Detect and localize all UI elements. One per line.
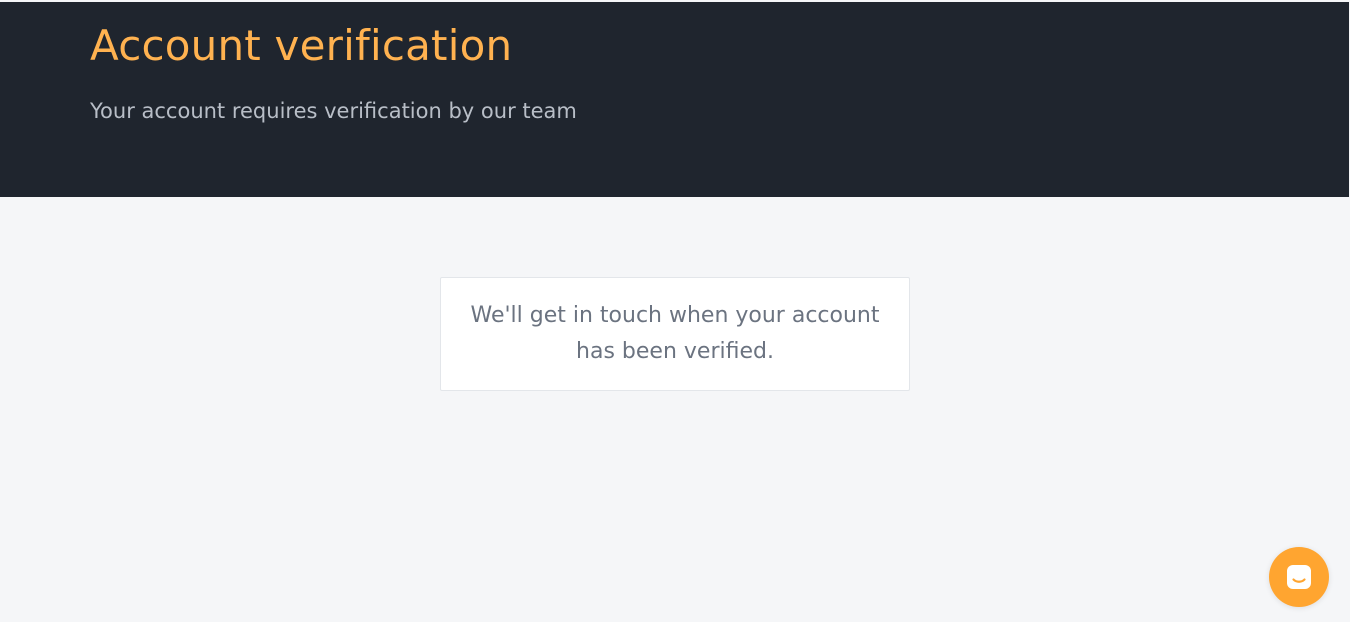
page-subtitle: Your account requires verification by ou…	[90, 99, 577, 123]
verification-message: We'll get in touch when your account has…	[470, 303, 880, 364]
verification-message-card: We'll get in touch when your account has…	[440, 277, 910, 391]
page: Account verification Your account requir…	[0, 0, 1350, 622]
chat-launcher-button[interactable]	[1269, 547, 1329, 607]
page-header: Account verification Your account requir…	[0, 2, 1349, 197]
chat-icon	[1287, 565, 1311, 589]
page-title: Account verification	[90, 21, 513, 70]
